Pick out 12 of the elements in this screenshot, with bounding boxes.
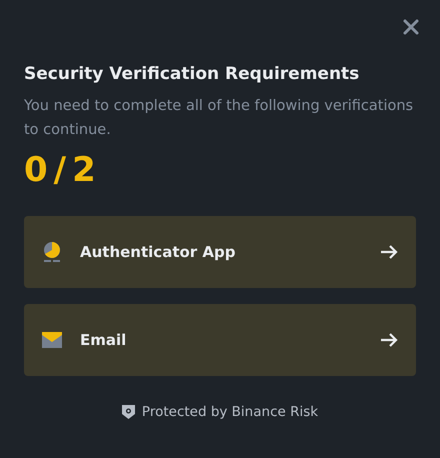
arrow-icon [380,244,398,260]
verification-option[interactable]: Authenticator App [24,216,416,288]
arrow-icon [380,332,398,348]
footer-text: Protected by Binance Risk [142,404,318,420]
description-text: You need to complete all of the following verifications to continue. [24,97,414,140]
authenticator-icon [42,242,62,262]
dialog-title: Security Verification Requirements [24,64,360,84]
close-icon[interactable] [402,18,420,36]
progress-counter: 0/2 [24,149,103,192]
envelope-icon [42,332,62,348]
verification-option[interactable]: Email [24,304,416,376]
shield-icon [122,405,135,419]
